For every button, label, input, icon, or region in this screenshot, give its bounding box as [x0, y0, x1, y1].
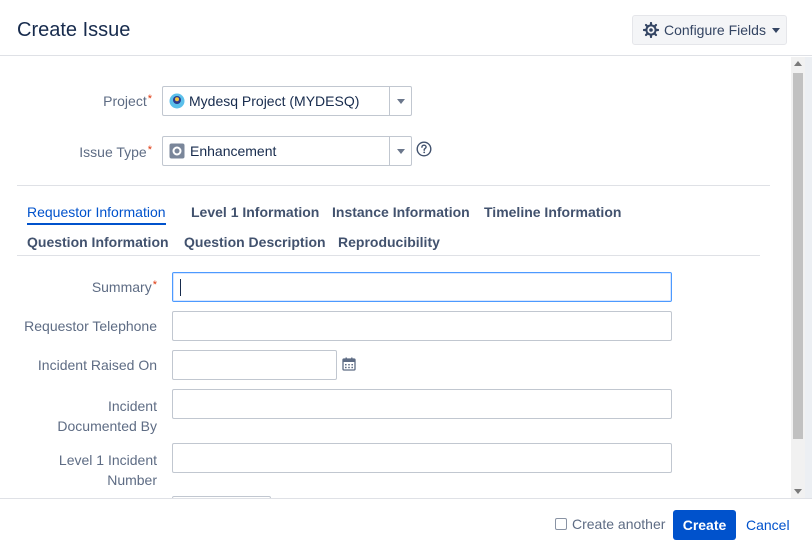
- dialog-header: Create Issue Configure Fields: [0, 0, 812, 56]
- tabs-divider: [17, 255, 760, 256]
- incident-raised-on-input[interactable]: [172, 350, 337, 380]
- create-another-label: Create another: [572, 516, 666, 532]
- configure-fields-label: Configure Fields: [664, 22, 766, 38]
- tab-reproducibility[interactable]: Reproducibility: [338, 234, 440, 250]
- gear-icon: [643, 22, 659, 38]
- dialog-title: Create Issue: [17, 19, 131, 41]
- dialog-footer: Create another Create Cancel: [0, 498, 812, 544]
- text-cursor: [180, 279, 181, 296]
- project-value: Mydesq Project (MYDESQ): [189, 93, 360, 109]
- tab-question-description[interactable]: Question Description: [184, 234, 326, 250]
- create-another-checkbox[interactable]: [555, 518, 567, 530]
- vertical-scrollbar[interactable]: [791, 57, 805, 498]
- scroll-down-icon[interactable]: [794, 489, 802, 494]
- tab-requestor-information[interactable]: Requestor Information: [27, 204, 166, 225]
- issue-type-label: Issue Type*: [79, 144, 152, 160]
- requestor-telephone-input[interactable]: [172, 311, 672, 341]
- enhancement-icon: [169, 143, 185, 159]
- scrollbar-thumb[interactable]: [793, 73, 803, 439]
- issue-type-dropdown-toggle[interactable]: [389, 137, 411, 165]
- create-button[interactable]: Create: [673, 510, 736, 540]
- incident-raised-on-label: Incident Raised On: [37, 357, 157, 373]
- configure-fields-button[interactable]: Configure Fields: [632, 15, 787, 45]
- tab-instance-information[interactable]: Instance Information: [332, 204, 470, 220]
- summary-input[interactable]: [172, 272, 672, 302]
- project-select[interactable]: Mydesq Project (MYDESQ): [162, 86, 412, 116]
- tab-level-1-information[interactable]: Level 1 Information: [191, 204, 319, 220]
- create-another-option[interactable]: Create another: [555, 516, 665, 532]
- project-label: Project*: [103, 93, 152, 109]
- summary-label: Summary*: [91, 279, 157, 295]
- scroll-up-icon[interactable]: [794, 61, 802, 66]
- background-page-edge: [805, 57, 812, 498]
- tab-question-information[interactable]: Question Information: [27, 234, 169, 250]
- level1-incident-number-input[interactable]: [172, 443, 672, 473]
- issue-type-select[interactable]: Enhancement: [162, 136, 412, 166]
- chevron-down-icon: [396, 148, 405, 154]
- incident-documented-by-input[interactable]: [172, 389, 672, 419]
- requestor-telephone-label: Requestor Telephone: [24, 318, 157, 334]
- chevron-down-icon: [396, 98, 405, 104]
- section-divider: [17, 185, 770, 186]
- incident-documented-by-label: Incident Documented By: [57, 398, 157, 434]
- calendar-icon[interactable]: [342, 357, 356, 371]
- create-issue-dialog: Create Issue Configure Fields Project* M…: [0, 0, 812, 544]
- chevron-down-icon: [771, 27, 780, 33]
- help-icon[interactable]: [416, 141, 432, 157]
- level1-incident-number-label: Level 1 Incident Number: [58, 452, 157, 488]
- dialog-content[interactable]: Project* Mydesq Project (MYDESQ) Issue T…: [0, 57, 791, 498]
- tab-timeline-information[interactable]: Timeline Information: [484, 204, 621, 220]
- project-dropdown-toggle[interactable]: [389, 87, 411, 115]
- project-avatar-icon: [169, 93, 185, 109]
- issue-type-value: Enhancement: [190, 143, 277, 159]
- cancel-link[interactable]: Cancel: [746, 517, 790, 533]
